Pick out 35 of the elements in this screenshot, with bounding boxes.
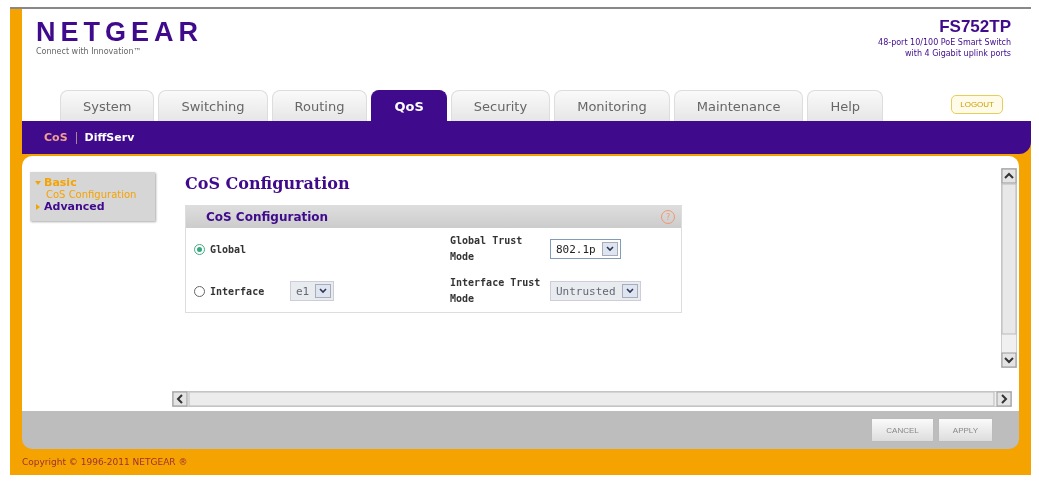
vertical-scrollbar[interactable]: [1001, 168, 1017, 368]
caret-icon: [315, 284, 332, 298]
brand-tagline: Connect with Innovation™: [36, 47, 143, 56]
action-button[interactable]: CANCEL: [871, 418, 934, 442]
nav-tab[interactable]: Maintenance: [673, 90, 804, 121]
radio-button[interactable]: [194, 285, 205, 297]
sidebar-item[interactable]: Advanced: [44, 200, 105, 213]
field-label: Interface Trust Mode: [450, 276, 542, 306]
nav-tab[interactable]: Switching: [158, 90, 268, 121]
field-label: Global Trust Mode: [450, 234, 524, 264]
subnav-link[interactable]: DiffServ: [84, 131, 135, 144]
nav-tab[interactable]: Monitoring: [554, 90, 670, 121]
brand-logo: NETGEAR: [36, 17, 203, 47]
radio-label: Global: [210, 243, 248, 255]
subnav-link[interactable]: CoS: [44, 131, 68, 144]
caret-icon: [621, 284, 638, 298]
model-description: with 4 Gigabit uplink ports: [904, 48, 1011, 59]
nav-tab[interactable]: Help: [807, 90, 884, 121]
radio-label: Interface: [210, 285, 266, 297]
collapsed-arrow-icon[interactable]: [34, 202, 42, 211]
nav-tab[interactable]: System: [60, 90, 155, 121]
panel-title: CoS Configuration: [206, 210, 329, 224]
model-description: 48-port 10/100 PoE Smart Switch: [878, 37, 1011, 48]
expanded-arrow-icon[interactable]: [34, 178, 42, 187]
radio-button[interactable]: [194, 243, 205, 255]
action-button[interactable]: APPLY: [937, 418, 993, 442]
nav-tab[interactable]: QoS: [371, 90, 447, 121]
nav-tab[interactable]: Routing: [271, 90, 368, 121]
caret-icon: [601, 242, 618, 256]
horizontal-scrollbar[interactable]: [172, 391, 1012, 407]
nav-tab[interactable]: Security: [450, 90, 551, 121]
page-title: CoS Configuration: [185, 174, 351, 193]
model-name: FS752TP: [938, 17, 1011, 37]
trust-mode-select[interactable]: 802.1p: [550, 239, 621, 259]
copyright-text: Copyright © 1996-2011 NETGEAR ®: [22, 457, 188, 467]
